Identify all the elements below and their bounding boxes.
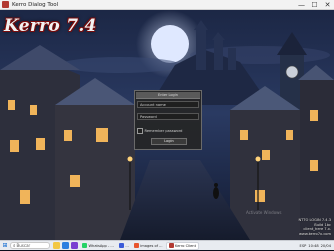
- windows-icon[interactable]: ⊞: [0, 241, 10, 251]
- taskbar-app-2[interactable]: ...: [117, 242, 131, 250]
- window-titlebar: Kerro Dialog Tool — ☐ ✕: [0, 0, 334, 10]
- app-icon: [2, 1, 9, 8]
- remember-password-label: Remember password: [144, 129, 183, 133]
- search-box[interactable]: ⌕ Buscar: [10, 242, 50, 249]
- store-icon[interactable]: [71, 242, 78, 249]
- search-icon: ⌕: [13, 243, 16, 249]
- moon: [151, 25, 189, 63]
- login-dialog: Enter Login Account name Password Rememb…: [134, 90, 202, 150]
- pinned-icons: [53, 242, 80, 249]
- game-icon: [168, 243, 174, 248]
- minimize-button[interactable]: —: [295, 0, 308, 10]
- remember-password-checkbox[interactable]: [137, 128, 143, 134]
- login-dialog-title: Enter Login: [136, 92, 200, 99]
- version-info: NTTO LOGIN 7.4.3 Build 1bc client_here 7…: [298, 218, 331, 236]
- password-field[interactable]: Password: [137, 113, 199, 120]
- search-text: Buscar: [16, 243, 31, 248]
- taskbar: ⊞ ⌕ Buscar WhatsApp - ... ... images of …: [0, 240, 334, 250]
- window-controls: — ☐ ✕: [295, 0, 334, 10]
- clock-time[interactable]: 10:48: [308, 244, 318, 248]
- game-scene[interactable]: Kerro 7.4 Enter Login Account name Passw…: [0, 10, 334, 240]
- window-title: Kerro Dialog Tool: [12, 1, 59, 8]
- taskbar-app-label: images of ...: [140, 243, 163, 248]
- maximize-button[interactable]: ☐: [308, 0, 321, 10]
- taskbar-app-label: Kerro Client: [175, 243, 196, 248]
- login-button[interactable]: Login: [151, 138, 187, 145]
- system-tray: ESP 10:48 20/04: [298, 244, 334, 248]
- version-line: NTTO LOGIN 7.4.3: [298, 218, 331, 222]
- taskbar-app-kerro[interactable]: Kerro Client: [165, 241, 199, 250]
- language-indicator[interactable]: ESP: [300, 244, 307, 248]
- remember-password-option[interactable]: Remember password: [137, 128, 182, 134]
- close-button[interactable]: ✕: [321, 0, 334, 10]
- whatsapp-icon: [82, 243, 87, 248]
- file-explorer-icon[interactable]: [53, 242, 60, 249]
- version-line: www.kerro7x.com: [298, 231, 331, 236]
- clock-date[interactable]: 20/04: [321, 244, 331, 248]
- game-logo: Kerro 7.4: [4, 16, 97, 36]
- taskbar-app-label: WhatsApp - ...: [88, 243, 114, 248]
- taskbar-app-label: ...: [125, 243, 129, 248]
- edge-icon[interactable]: [62, 242, 69, 249]
- account-name-field[interactable]: Account name: [137, 101, 199, 108]
- windows-activation-watermark: Activate Windows: [246, 210, 282, 215]
- taskbar-app-whatsapp[interactable]: WhatsApp - ...: [80, 242, 116, 250]
- browser-icon: [133, 243, 139, 248]
- app-icon: [118, 243, 124, 248]
- taskbar-app-images[interactable]: images of ...: [132, 242, 165, 250]
